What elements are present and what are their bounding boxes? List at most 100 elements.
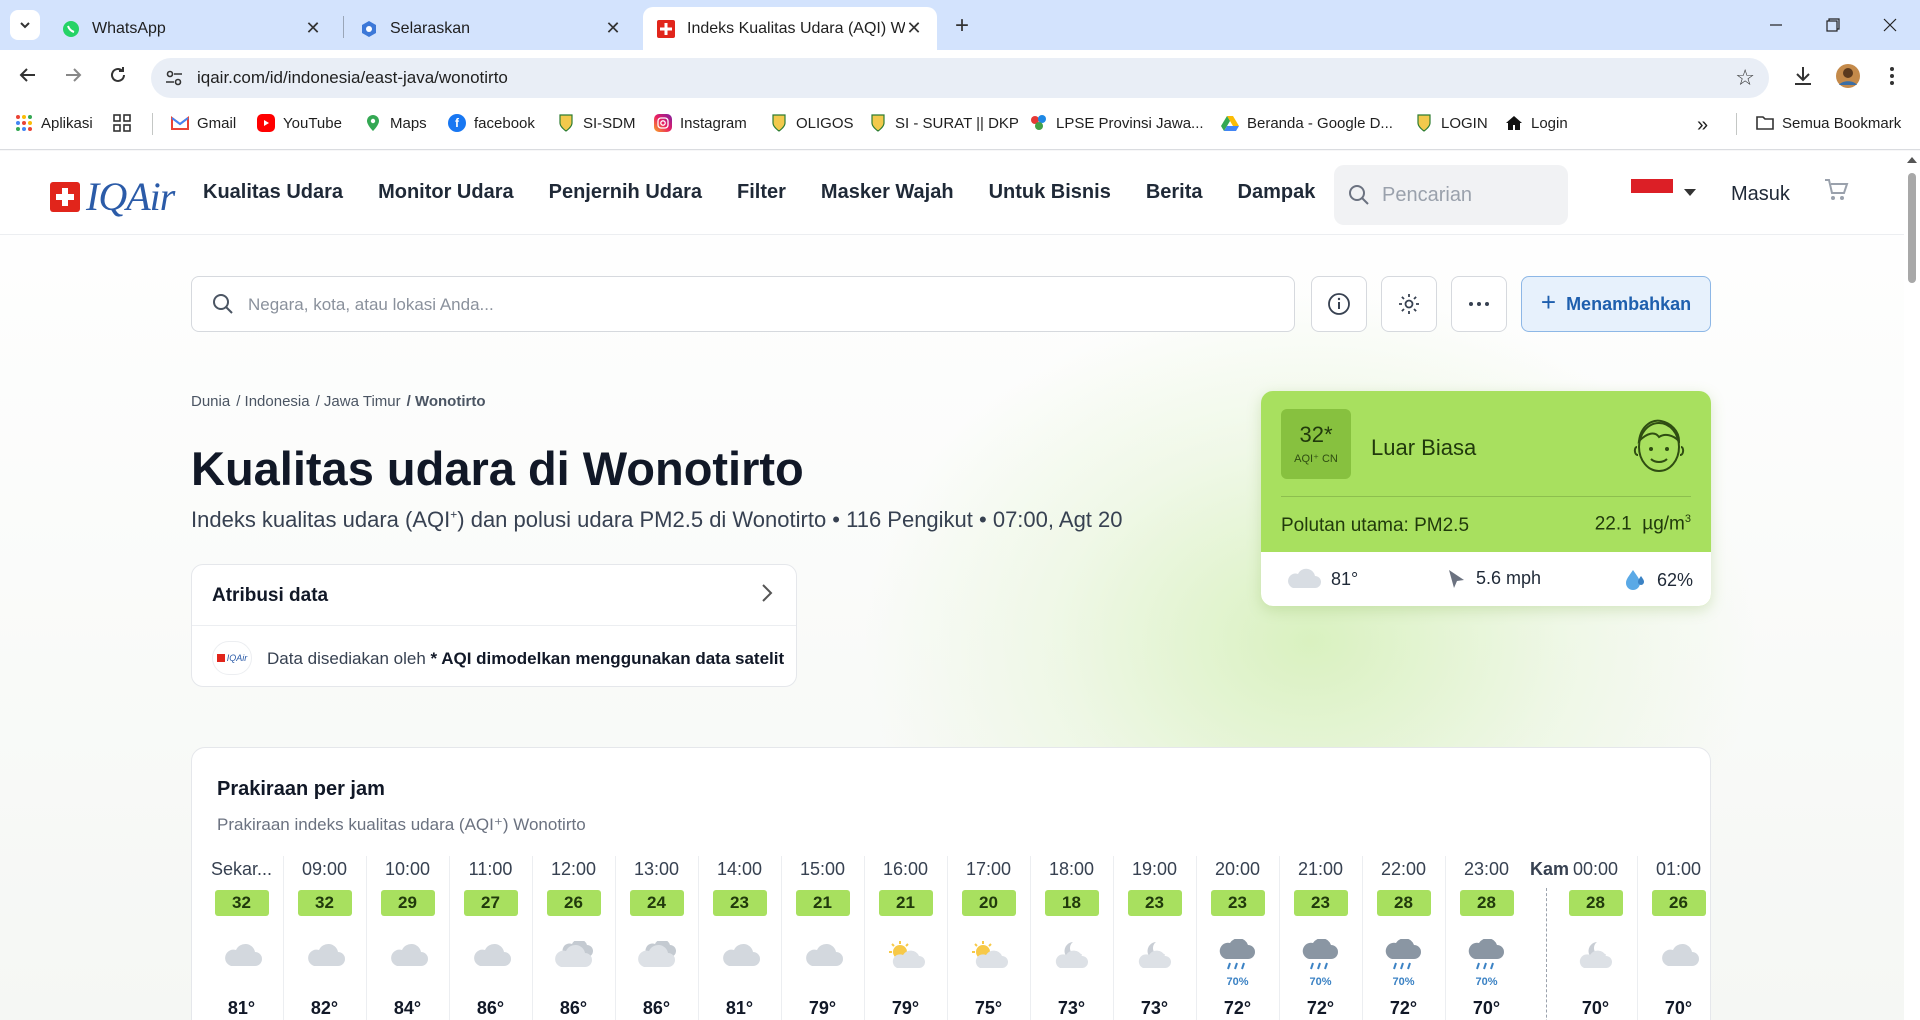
more-options-button[interactable]	[1451, 276, 1507, 332]
restore-icon	[1826, 18, 1840, 32]
lpse-icon	[1030, 114, 1048, 132]
forecast-temperature: 72°	[1223, 998, 1252, 1018]
bookmark-aplikasi[interactable]: Aplikasi	[15, 114, 93, 132]
iqair-logo[interactable]: IQAir	[50, 173, 175, 220]
day-separator	[1546, 888, 1547, 1020]
bookmark-instagram[interactable]: Instagram	[654, 114, 747, 132]
bookmark-label: LOGIN	[1441, 114, 1488, 132]
crest-icon	[557, 114, 575, 132]
column-separator	[1637, 856, 1638, 1020]
subtitle-text: Indeks kualitas udara (AQI	[191, 507, 451, 532]
folder-icon	[1756, 114, 1774, 132]
weather-wind: 5.6 mph	[1446, 568, 1541, 589]
bookmark-oligos[interactable]: OLIGOS	[770, 114, 854, 132]
attribution-heading[interactable]: Atribusi data	[212, 585, 328, 607]
iqair-small-logo[interactable]: IQAir	[212, 641, 252, 675]
url-text[interactable]: iqair.com/id/indonesia/east-java/wonotir…	[197, 68, 508, 88]
tab-selaraskan[interactable]: Selaraskan ✕	[346, 7, 636, 50]
breadcrumb-indonesia[interactable]: / Indonesia	[236, 393, 309, 410]
moon-cloud-icon	[1113, 934, 1196, 976]
forecast-title: Prakiraan per jam	[217, 778, 385, 800]
close-window-button[interactable]	[1870, 10, 1910, 40]
bookmark-lpse[interactable]: LPSE Provinsi Jawa...	[1030, 114, 1204, 132]
site-info-icon[interactable]	[163, 67, 185, 89]
bookmark-si-surat[interactable]: SI - SURAT || DKP	[869, 114, 1019, 132]
bookmark-grid[interactable]	[113, 114, 139, 132]
attribution-note: * AQI dimodelkan menggunakan data sateli…	[430, 649, 785, 668]
bookmark-si-sdm[interactable]: SI-SDM	[557, 114, 636, 132]
forecast-hour: 13:00 24 86°	[615, 853, 698, 1020]
tab-whatsapp[interactable]: WhatsApp ✕	[48, 7, 336, 50]
indonesia-flag-icon[interactable]	[1631, 179, 1673, 207]
profile-avatar[interactable]	[1834, 62, 1862, 90]
nav-filter[interactable]: Filter	[737, 181, 786, 204]
forecast-rain-chance	[532, 976, 615, 990]
nav-masker-wajah[interactable]: Masker Wajah	[821, 181, 954, 204]
location-search-input[interactable]: Negara, kota, atau lokasi Anda...	[191, 276, 1295, 332]
close-icon[interactable]: ✕	[304, 18, 322, 38]
column-separator	[283, 856, 284, 1020]
info-icon	[1328, 293, 1350, 315]
address-bar[interactable]: iqair.com/id/indonesia/east-java/wonotir…	[151, 58, 1769, 98]
downloads-icon[interactable]	[1789, 62, 1817, 90]
bookmark-label: SI-SDM	[583, 114, 636, 132]
site-search-input[interactable]: Pencarian	[1334, 165, 1568, 225]
nav-kualitas-udara[interactable]: Kualitas Udara	[203, 181, 343, 204]
chevron-down-icon	[20, 22, 30, 29]
nav-monitor-udara[interactable]: Monitor Udara	[378, 181, 514, 204]
bookmark-label: Instagram	[680, 114, 747, 132]
forecast-aqi-badge: 21	[795, 890, 850, 916]
cart-icon[interactable]	[1823, 177, 1849, 208]
scroll-up-icon[interactable]	[1907, 157, 1917, 163]
column-separator	[532, 856, 533, 1020]
nav-untuk-bisnis[interactable]: Untuk Bisnis	[989, 181, 1111, 204]
clouds-icon	[615, 934, 698, 976]
bookmark-facebook[interactable]: f facebook	[448, 114, 535, 132]
restore-button[interactable]	[1813, 10, 1853, 40]
minimize-button[interactable]	[1756, 10, 1796, 40]
browser-menu-icon[interactable]	[1878, 62, 1906, 90]
cloud-icon	[283, 934, 366, 976]
add-location-button[interactable]: + Menambahkan	[1521, 276, 1711, 332]
bookmark-label: Gmail	[197, 114, 237, 132]
bookmark-login-crest[interactable]: LOGIN	[1415, 114, 1488, 132]
apps-grid-icon	[15, 114, 33, 132]
bookmark-login-home[interactable]: Login	[1505, 114, 1568, 132]
breadcrumb-dunia[interactable]: Dunia	[191, 393, 230, 410]
nav-penjernih-udara[interactable]: Penjernih Udara	[549, 181, 702, 204]
bookmarks-overflow-button[interactable]: »	[1697, 114, 1708, 137]
caret-down-icon[interactable]	[1684, 189, 1696, 196]
close-icon[interactable]: ✕	[905, 18, 923, 38]
bookmark-youtube[interactable]: YouTube	[257, 114, 342, 132]
cloud-icon	[366, 934, 449, 976]
forecast-hour: 01:00 26 70°	[1637, 853, 1710, 1020]
page-scrollbar[interactable]	[1904, 151, 1920, 1020]
all-bookmarks-button[interactable]: Semua Bookmark	[1756, 114, 1901, 132]
forecast-rain-chance	[947, 976, 1030, 990]
forecast-temperature: 86°	[476, 998, 505, 1018]
back-button[interactable]	[13, 60, 43, 90]
bookmark-gmail[interactable]: Gmail	[171, 114, 236, 132]
bookmark-star-icon[interactable]: ☆	[1735, 65, 1755, 91]
reload-button[interactable]	[103, 60, 133, 90]
tab-search-dropdown[interactable]	[10, 10, 40, 40]
tab-iqair-active[interactable]: Indeks Kualitas Udara (AQI) Wo ✕	[643, 7, 937, 50]
nav-berita[interactable]: Berita	[1146, 181, 1203, 204]
chevron-right-icon[interactable]	[760, 583, 774, 609]
forecast-rain-chance	[1030, 976, 1113, 990]
search-placeholder: Pencarian	[1382, 184, 1473, 206]
new-tab-button[interactable]: +	[948, 12, 976, 40]
login-link[interactable]: Masuk	[1731, 183, 1790, 206]
main-nav: Kualitas Udara Monitor Udara Penjernih U…	[203, 181, 1350, 204]
bookmark-maps[interactable]: Maps	[364, 114, 427, 132]
settings-button[interactable]	[1381, 276, 1437, 332]
close-icon[interactable]: ✕	[604, 18, 622, 38]
info-button[interactable]	[1311, 276, 1367, 332]
nav-dampak[interactable]: Dampak	[1238, 181, 1316, 204]
forward-button[interactable]	[58, 60, 88, 90]
scrollbar-thumb[interactable]	[1908, 173, 1916, 283]
bookmark-google-drive[interactable]: Beranda - Google D...	[1221, 114, 1393, 132]
breadcrumb-jawa-timur[interactable]: / Jawa Timur	[316, 393, 401, 410]
forecast-hour: 14:00 23 81°	[698, 853, 781, 1020]
close-icon	[1883, 18, 1897, 32]
